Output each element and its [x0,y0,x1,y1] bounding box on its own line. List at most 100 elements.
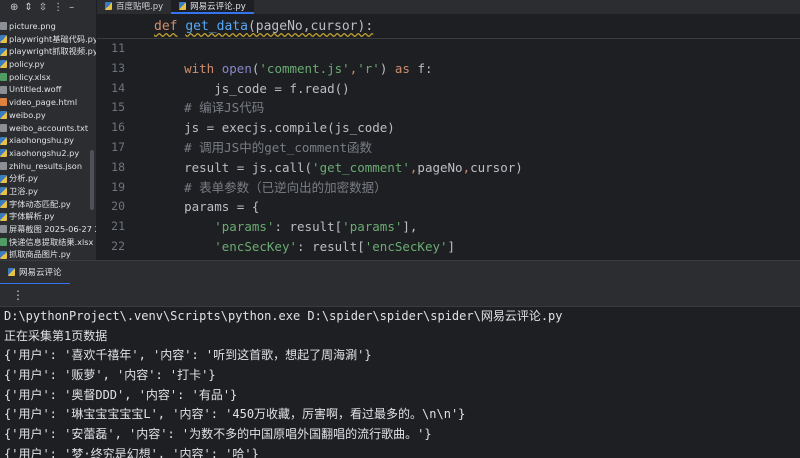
line-number: 20 [111,199,125,214]
line-number: 11 [111,41,125,55]
console-line: {'用户': '琳宝宝宝宝宝L', '内容': '450万收藏，厉害啊，看过最多… [4,407,466,422]
file-name: 分析.py [9,173,39,184]
file-name: weibo.py [9,109,46,120]
file-item[interactable]: 卫浴.py [0,185,96,198]
run-tab[interactable]: 网易云评论 [0,261,70,285]
file-item[interactable]: xiaohongshu2.py [0,147,96,160]
file-item[interactable]: policy.xlsx [0,71,96,84]
line-number: 22 [111,238,125,253]
python-file-icon [179,2,187,10]
console-line: 正在采集第1页数据 [4,328,108,343]
console-line: D:\pythonProject\.venv\Scripts\python.ex… [4,309,563,323]
tab-baidu-tieba[interactable]: 百度贴吧.py [97,0,171,14]
file-name: policy.xlsx [9,71,51,82]
console-line: {'用户': '奥督DDD', '内容': '有品'} [4,387,238,402]
file-item[interactable]: policy.py [0,58,96,71]
file-name: policy.py [9,59,45,70]
file-item[interactable]: video_page.html [0,96,96,109]
minimize-icon[interactable]: – [69,2,74,13]
file-item[interactable]: xiaohongshu.py [0,134,96,147]
file-name: xiaohongshu.py [9,135,75,146]
code-editor[interactable]: 11 13 14 15 16 17 18 19 20 21 22 with open('commen… [97,39,800,260]
run-toolbar: ⋮ [0,284,800,307]
xlsx-file-icon [0,238,7,247]
line-number: 18 [111,159,125,174]
file-item[interactable]: weibo_accounts.txt [0,122,96,135]
file-name: zhihu_results.json [9,160,83,171]
file-item[interactable]: 字体动态匹配.py [0,198,96,211]
line-number-gutter: 11 13 14 15 16 17 18 19 20 21 22 [97,39,153,257]
function-args: (pageNo,cursor): [247,19,374,34]
code-line-21: 'params': result['params'], [214,219,418,235]
file-item[interactable]: Untitled.woff [0,83,96,96]
line-number: 13 [111,60,125,75]
python-file-icon [105,2,112,10]
file-item[interactable]: 快递信息提取结果.xlsx [0,236,96,249]
py-file-icon [0,199,7,208]
file-item[interactable]: playwright基础代码.py [0,33,96,46]
file-name: playwright抓取视频.py [9,46,97,57]
project-panel: ⊕ ⇕ ⇳ ⋮ – picture.png playwright基础代码.py pl… [0,0,97,260]
woff-file-icon [0,85,7,94]
file-name: 屏幕截图 2025-06-27 230 [9,224,96,234]
run-tool-window-header: 网易云评论 [0,260,800,285]
py-file-icon [0,212,7,221]
more-options-icon[interactable]: ⋮ [12,288,24,302]
console-line: {'用户': '梦·终究是幻想', '内容': '哈'} [4,446,259,458]
code-content[interactable]: with open('comment.js','r') as f: js_cod… [154,39,523,257]
file-item[interactable]: 字体解析.py [0,210,96,223]
txt-file-icon [0,123,7,132]
file-item[interactable]: zhihu_results.json [0,160,96,173]
file-item[interactable]: 抓取商品图片.py [0,248,96,260]
xlsx-file-icon [0,73,7,82]
line-number: 14 [111,80,125,95]
file-name: picture.png [9,21,56,31]
console-line: {'用户': '喜欢千禧年', '内容': '听到这首歌，想起了周海涮'} [4,348,372,363]
py-file-icon [0,250,7,259]
file-tree: picture.png playwright基础代码.py playwright抓取… [0,20,96,260]
code-line-18: result = js.call('get_comment',pageNo,cu… [184,159,523,175]
sticky-scope-header[interactable]: def get_data(pageNo,cursor): [97,15,800,39]
py-file-icon [0,60,7,69]
code-line-19: # 表单参数（已逆向出的加密数据） [184,179,387,195]
expand-icon[interactable]: ⇳ [39,2,47,13]
file-item[interactable]: weibo.py [0,109,96,122]
png-file-icon [0,225,7,234]
file-name: playwright基础代码.py [9,33,97,44]
file-name: 字体动态匹配.py [9,198,71,209]
file-name: Untitled.woff [9,84,62,95]
console-line: {'用户': '贩萝', '内容': '打卡'} [4,368,216,383]
python-file-icon [8,268,15,276]
file-item[interactable]: picture.png [0,20,96,33]
collapse-icon[interactable]: ⇕ [24,2,32,13]
code-line-17: # 调用JS中的get_comment函数 [184,139,372,155]
file-name: 卫浴.py [9,185,39,196]
file-name: video_page.html [9,97,78,108]
py-file-icon [0,47,7,56]
py-file-icon [0,136,7,145]
run-console[interactable]: D:\pythonProject\.venv\Scripts\python.ex… [0,307,800,458]
project-scrollbar[interactable] [90,150,94,210]
tab-wangyiyun-comments[interactable]: 网易云评论.py [171,0,254,14]
file-item[interactable]: playwright抓取视频.py [0,45,96,58]
file-item[interactable]: 屏幕截图 2025-06-27 230 [0,223,96,236]
run-tab-label: 网易云评论 [19,268,62,278]
file-name: 抓取商品图片.py [9,249,71,260]
line-number: 16 [111,120,125,135]
target-icon[interactable]: ⊕ [10,2,18,13]
py-file-icon [0,149,7,158]
py-file-icon [0,111,7,120]
file-name: xiaohongshu2.py [9,147,80,158]
editor-tabs: 百度贴吧.py 网易云评论.py [97,0,800,14]
py-file-icon [0,35,7,44]
file-name: weibo_accounts.txt [9,122,89,133]
png-file-icon [0,22,7,31]
file-item[interactable]: 分析.py [0,172,96,185]
def-keyword: def [154,19,178,34]
more-icon[interactable]: ⋮ [53,2,63,13]
code-line-15: # 编译JS代码 [184,100,265,116]
file-name: 字体解析.py [9,211,55,222]
html-file-icon [0,98,7,107]
json-file-icon [0,161,7,170]
line-number: 15 [111,100,125,115]
